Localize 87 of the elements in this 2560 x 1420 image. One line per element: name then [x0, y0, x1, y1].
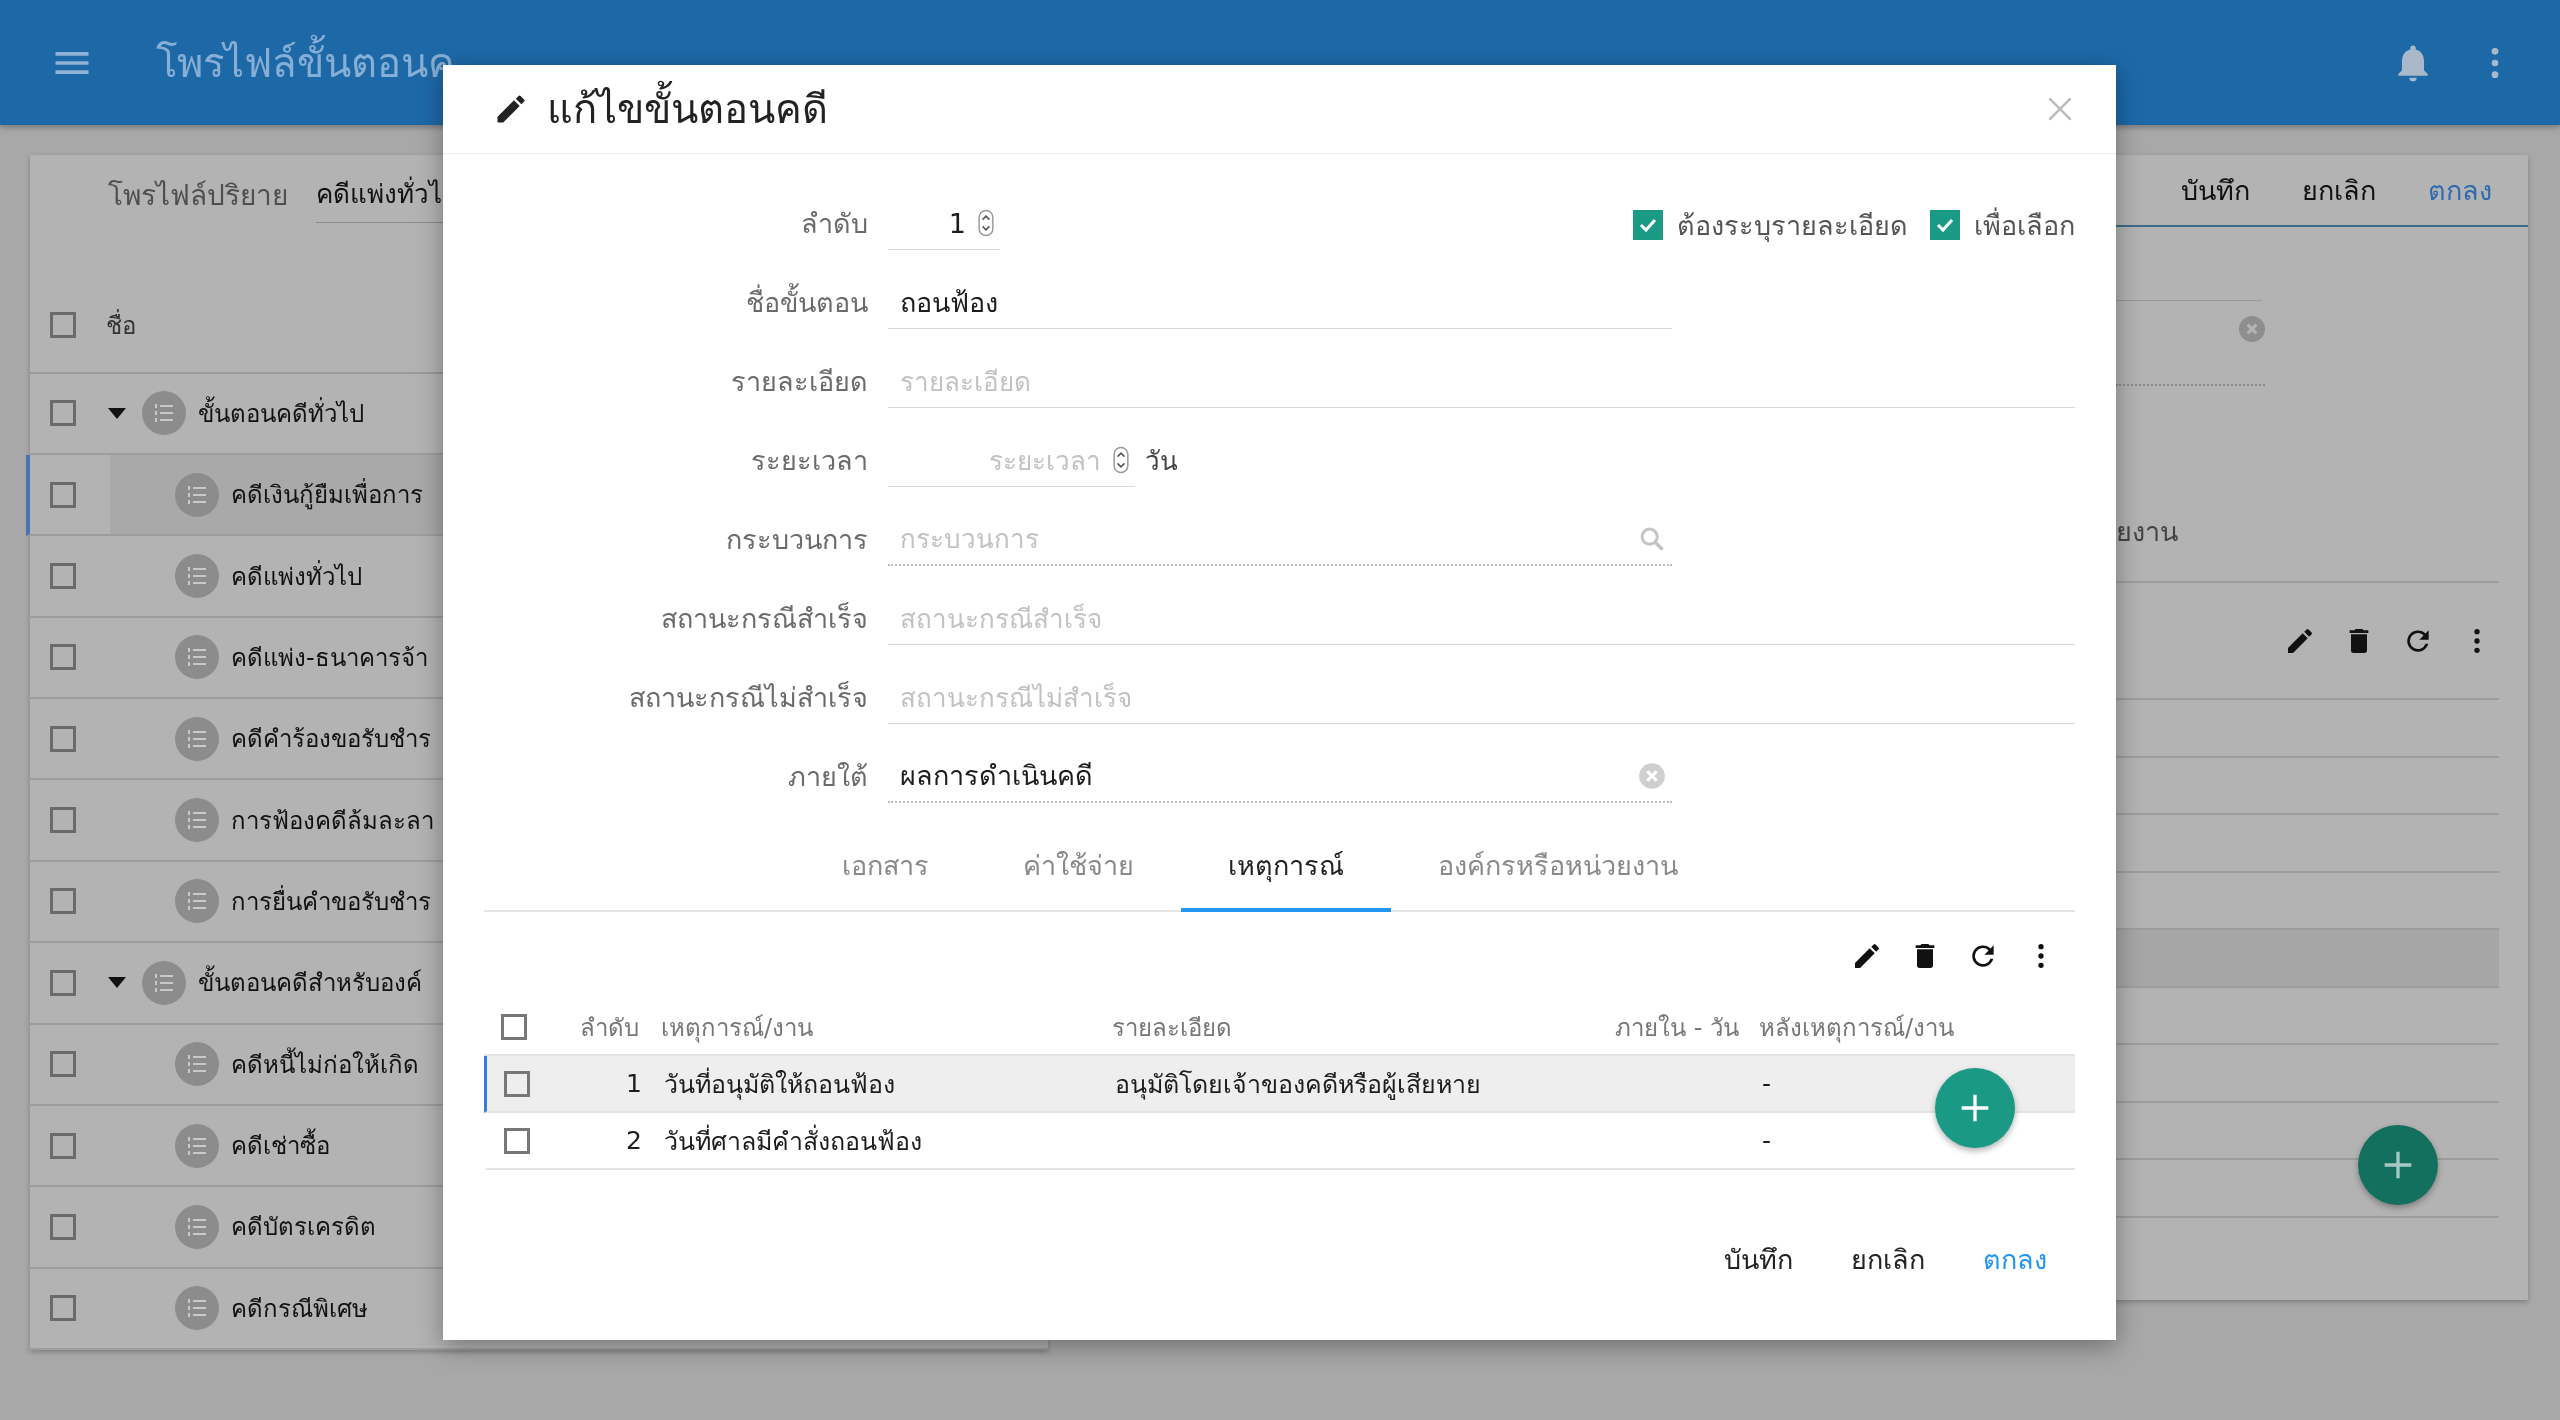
tree-label: คดีเช่าซื้อ	[231, 1126, 330, 1166]
checkbox[interactable]	[501, 1014, 527, 1040]
field-label: ชื่อขั้นตอน	[746, 281, 868, 324]
column-header: ชื่อ	[106, 306, 136, 345]
tree-label: คดีแพ่ง-ธนาคารจ้า	[231, 642, 428, 674]
dialog-button[interactable]: บันทึก	[1720, 1230, 1797, 1289]
checkbox[interactable]	[1633, 210, 1663, 240]
field-label: กระบวนการ	[726, 523, 868, 557]
list-icon	[175, 1286, 219, 1331]
checkbox[interactable]	[50, 1213, 76, 1240]
tree-label: คดีบัตรเครดิต	[231, 1212, 376, 1244]
checkbox[interactable]	[50, 400, 76, 427]
caret-icon[interactable]	[108, 407, 126, 419]
field-label: ลำดับ	[801, 207, 868, 241]
list-icon	[142, 391, 186, 436]
list-icon	[175, 798, 219, 843]
list-icon	[175, 554, 219, 598]
checkbox[interactable]	[50, 725, 76, 752]
checkbox[interactable]	[50, 1295, 76, 1322]
tree-label: คดีหนี้ไม่ก่อให้เกิด	[231, 1044, 419, 1084]
table-row[interactable]: 1 วันที่อนุมัติให้ถอนฟ้อง อนุมัติโดยเจ้าของคดีหรือผู้เสียหาย -	[484, 1056, 2075, 1113]
checkbox[interactable]	[50, 969, 76, 996]
field-label: รายละเอียด	[731, 365, 868, 399]
field-label: สถานะกรณีไม่สำเร็จ	[629, 680, 868, 715]
checkbox[interactable]	[50, 481, 76, 508]
action-button[interactable]: ยกเลิก	[2302, 168, 2376, 212]
list-icon	[175, 472, 219, 517]
list-icon	[175, 1123, 219, 1168]
field-label: ภายใต้	[788, 760, 868, 794]
field-label: สถานะกรณีสำเร็จ	[661, 601, 868, 636]
tab[interactable]: ยงาน	[2116, 510, 2178, 553]
column-header: เหตุการณ์/งาน	[661, 1013, 814, 1042]
list-icon	[175, 1204, 219, 1249]
column-header: ลำดับ	[580, 1013, 639, 1042]
tree-label: การยื่นคำขอรับชำร	[231, 884, 431, 918]
checkbox[interactable]	[50, 807, 76, 834]
column-header: หลังเหตุการณ์/งาน	[1759, 1013, 1955, 1042]
table-cell: อนุมัติโดยเจ้าของคดีหรือผู้เสียหาย	[1115, 1069, 1481, 1099]
checkbox-label: เพื่อเลือก	[1974, 206, 2075, 243]
clear-icon[interactable]	[2239, 315, 2265, 342]
tree-label: ขั้นตอนคดีสำหรับองค์	[198, 963, 422, 1003]
column-header: รายละเอียด	[1112, 1013, 1232, 1042]
table-cell: 1	[626, 1069, 642, 1098]
clear-icon[interactable]	[1638, 761, 1666, 790]
column-header: ภายใน - วัน	[1615, 1013, 1739, 1042]
list-icon	[175, 716, 219, 761]
table-cell: วันที่อนุมัติให้ถอนฟ้อง	[664, 1069, 895, 1099]
list-icon	[175, 635, 219, 680]
field-label: ระยะเวลา	[751, 444, 868, 478]
tree-label: คดีแพ่งทั่วไป	[231, 559, 362, 593]
tree-label: ขั้นตอนคดีทั่วไป	[198, 393, 364, 433]
table-cell: -	[1762, 1126, 1772, 1155]
spinner-icon[interactable]	[978, 209, 994, 237]
checkbox[interactable]	[50, 563, 76, 589]
table-cell: -	[1762, 1069, 1772, 1098]
number-field[interactable]: 1	[888, 197, 1000, 250]
checkbox[interactable]	[50, 1051, 76, 1078]
checkbox[interactable]	[50, 644, 76, 671]
lookup-field[interactable]: ผลการดำเนินคดี	[888, 750, 1672, 803]
checkbox[interactable]	[504, 1127, 530, 1154]
checkbox[interactable]	[1930, 210, 1960, 240]
add-button[interactable]	[2358, 1125, 2438, 1205]
tree-label: คดีคำร้องขอรับชำร	[231, 724, 431, 756]
dialog-button[interactable]: ยกเลิก	[1847, 1230, 1929, 1289]
input-field[interactable]: ถอนฟ้อง	[888, 276, 1672, 329]
checkbox[interactable]	[50, 1132, 76, 1159]
unit-label: วัน	[1145, 445, 1178, 478]
table-cell: วันที่ศาลมีคำสั่งถอนฟ้อง	[664, 1126, 922, 1156]
tree-label: การฟ้องคดีล้มละลา	[231, 805, 434, 837]
tab[interactable]: เหตุการณ์	[1180, 822, 1391, 912]
checkbox[interactable]	[50, 312, 76, 339]
caret-icon[interactable]	[108, 977, 126, 989]
list-icon	[175, 879, 219, 924]
list-icon	[175, 1042, 219, 1087]
dialog-title: แก้ไขขั้นตอนคดี	[547, 77, 828, 141]
checkbox[interactable]	[50, 888, 76, 915]
tree-label: คดีกรณีพิเศษ	[231, 1293, 368, 1325]
table-cell: 2	[626, 1126, 642, 1155]
action-button[interactable]: บันทึก	[2181, 168, 2250, 212]
checkbox[interactable]	[504, 1070, 530, 1097]
spinner-icon[interactable]	[1113, 446, 1129, 474]
list-icon	[142, 960, 186, 1005]
app-title: โพรไฟล์ขั้นตอนค	[156, 30, 455, 95]
add-button[interactable]	[1935, 1068, 2015, 1148]
tree-label: คดีเงินกู้ยืมเพื่อการ	[231, 475, 423, 515]
field-label: โพรไฟล์ปริยาย	[108, 177, 288, 214]
checkbox-label: ต้องระบุรายละเอียด	[1677, 208, 1908, 244]
